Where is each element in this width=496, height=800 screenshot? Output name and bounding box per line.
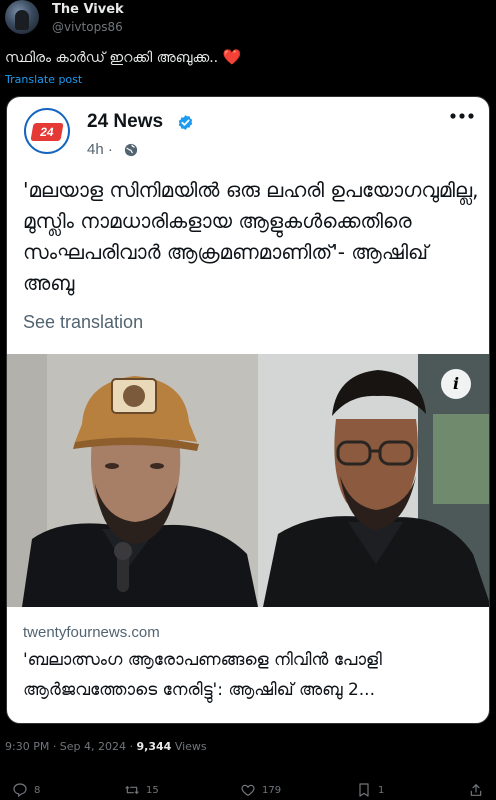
more-options-icon[interactable] bbox=[449, 111, 475, 121]
see-translation-link[interactable]: See translation bbox=[23, 312, 143, 333]
translate-post-link[interactable]: Translate post bbox=[5, 73, 82, 86]
author-display-name[interactable]: The Vivek bbox=[52, 2, 124, 17]
views-count: 9,344 bbox=[136, 740, 172, 753]
news-logo-text: 24 bbox=[30, 123, 64, 141]
reply-count: 8 bbox=[34, 784, 41, 796]
bookmark-count: 1 bbox=[378, 784, 385, 796]
reply-icon bbox=[13, 783, 27, 798]
bookmark-icon bbox=[359, 783, 369, 797]
time-separator: · bbox=[107, 141, 113, 158]
photo-man-in-cap-drawing bbox=[7, 354, 258, 607]
views-label: Views bbox=[171, 740, 207, 753]
share-icon bbox=[470, 784, 482, 796]
news-logo-avatar[interactable]: 24 bbox=[24, 108, 70, 154]
repost-count: 15 bbox=[146, 784, 159, 796]
post-time-date[interactable]: 9:30 PM · Sep 4, 2024 · bbox=[5, 740, 137, 753]
reply-button[interactable]: 8 bbox=[12, 780, 40, 800]
repost-icon bbox=[125, 786, 139, 794]
avatar[interactable] bbox=[5, 0, 39, 34]
quoted-author-name[interactable]: 24 News bbox=[87, 111, 163, 133]
like-count: 179 bbox=[262, 784, 282, 796]
like-button[interactable]: 179 bbox=[240, 780, 281, 800]
verified-badge-icon bbox=[178, 115, 193, 130]
link-preview-image[interactable]: i bbox=[7, 354, 489, 607]
tweet-author: The Vivek @vivtops86 bbox=[5, 0, 491, 40]
info-icon[interactable]: i bbox=[441, 369, 471, 399]
bookmark-button[interactable]: 1 bbox=[356, 780, 384, 800]
share-button[interactable] bbox=[468, 780, 484, 800]
tweet-body: സ്ഥിരം കാർഡ് ഇറക്കി അബുക്ക.. bbox=[5, 50, 223, 66]
globe-icon bbox=[124, 143, 138, 157]
quoted-post-text: 'മലയാള സിനിമയിൽ ഒരു ലഹരി ഉപയോഗവുമില്ല, മ… bbox=[23, 178, 479, 295]
heart-icon bbox=[241, 784, 255, 797]
action-bar: 8 15 179 1 bbox=[0, 780, 496, 800]
post-timestamp: 9:30 PM · Sep 4, 2024 · 9,344 Views bbox=[5, 740, 207, 753]
quoted-post-time: 4h · bbox=[87, 141, 113, 158]
link-domain[interactable]: twentyfournews.com bbox=[23, 624, 160, 641]
link-title[interactable]: 'ബലാത്സംഗ ആരോപണങ്ങളെ നിവിൻ പോളി ആർജവത്തോ… bbox=[23, 645, 478, 705]
quoted-time-value: 4h bbox=[87, 141, 104, 158]
quoted-post-card[interactable]: 24 24 News 4h · 'മലയാള സിനിമയിൽ ഒരു ലഹരി… bbox=[6, 96, 490, 724]
author-handle[interactable]: @vivtops86 bbox=[52, 20, 123, 34]
tweet-text: സ്ഥിരം കാർഡ് ഇറക്കി അബുക്ക.. ❤️ bbox=[5, 48, 241, 66]
heart-emoji-icon: ❤️ bbox=[222, 48, 242, 66]
repost-button[interactable]: 15 bbox=[124, 780, 159, 800]
photo-man-in-cap bbox=[7, 354, 258, 607]
